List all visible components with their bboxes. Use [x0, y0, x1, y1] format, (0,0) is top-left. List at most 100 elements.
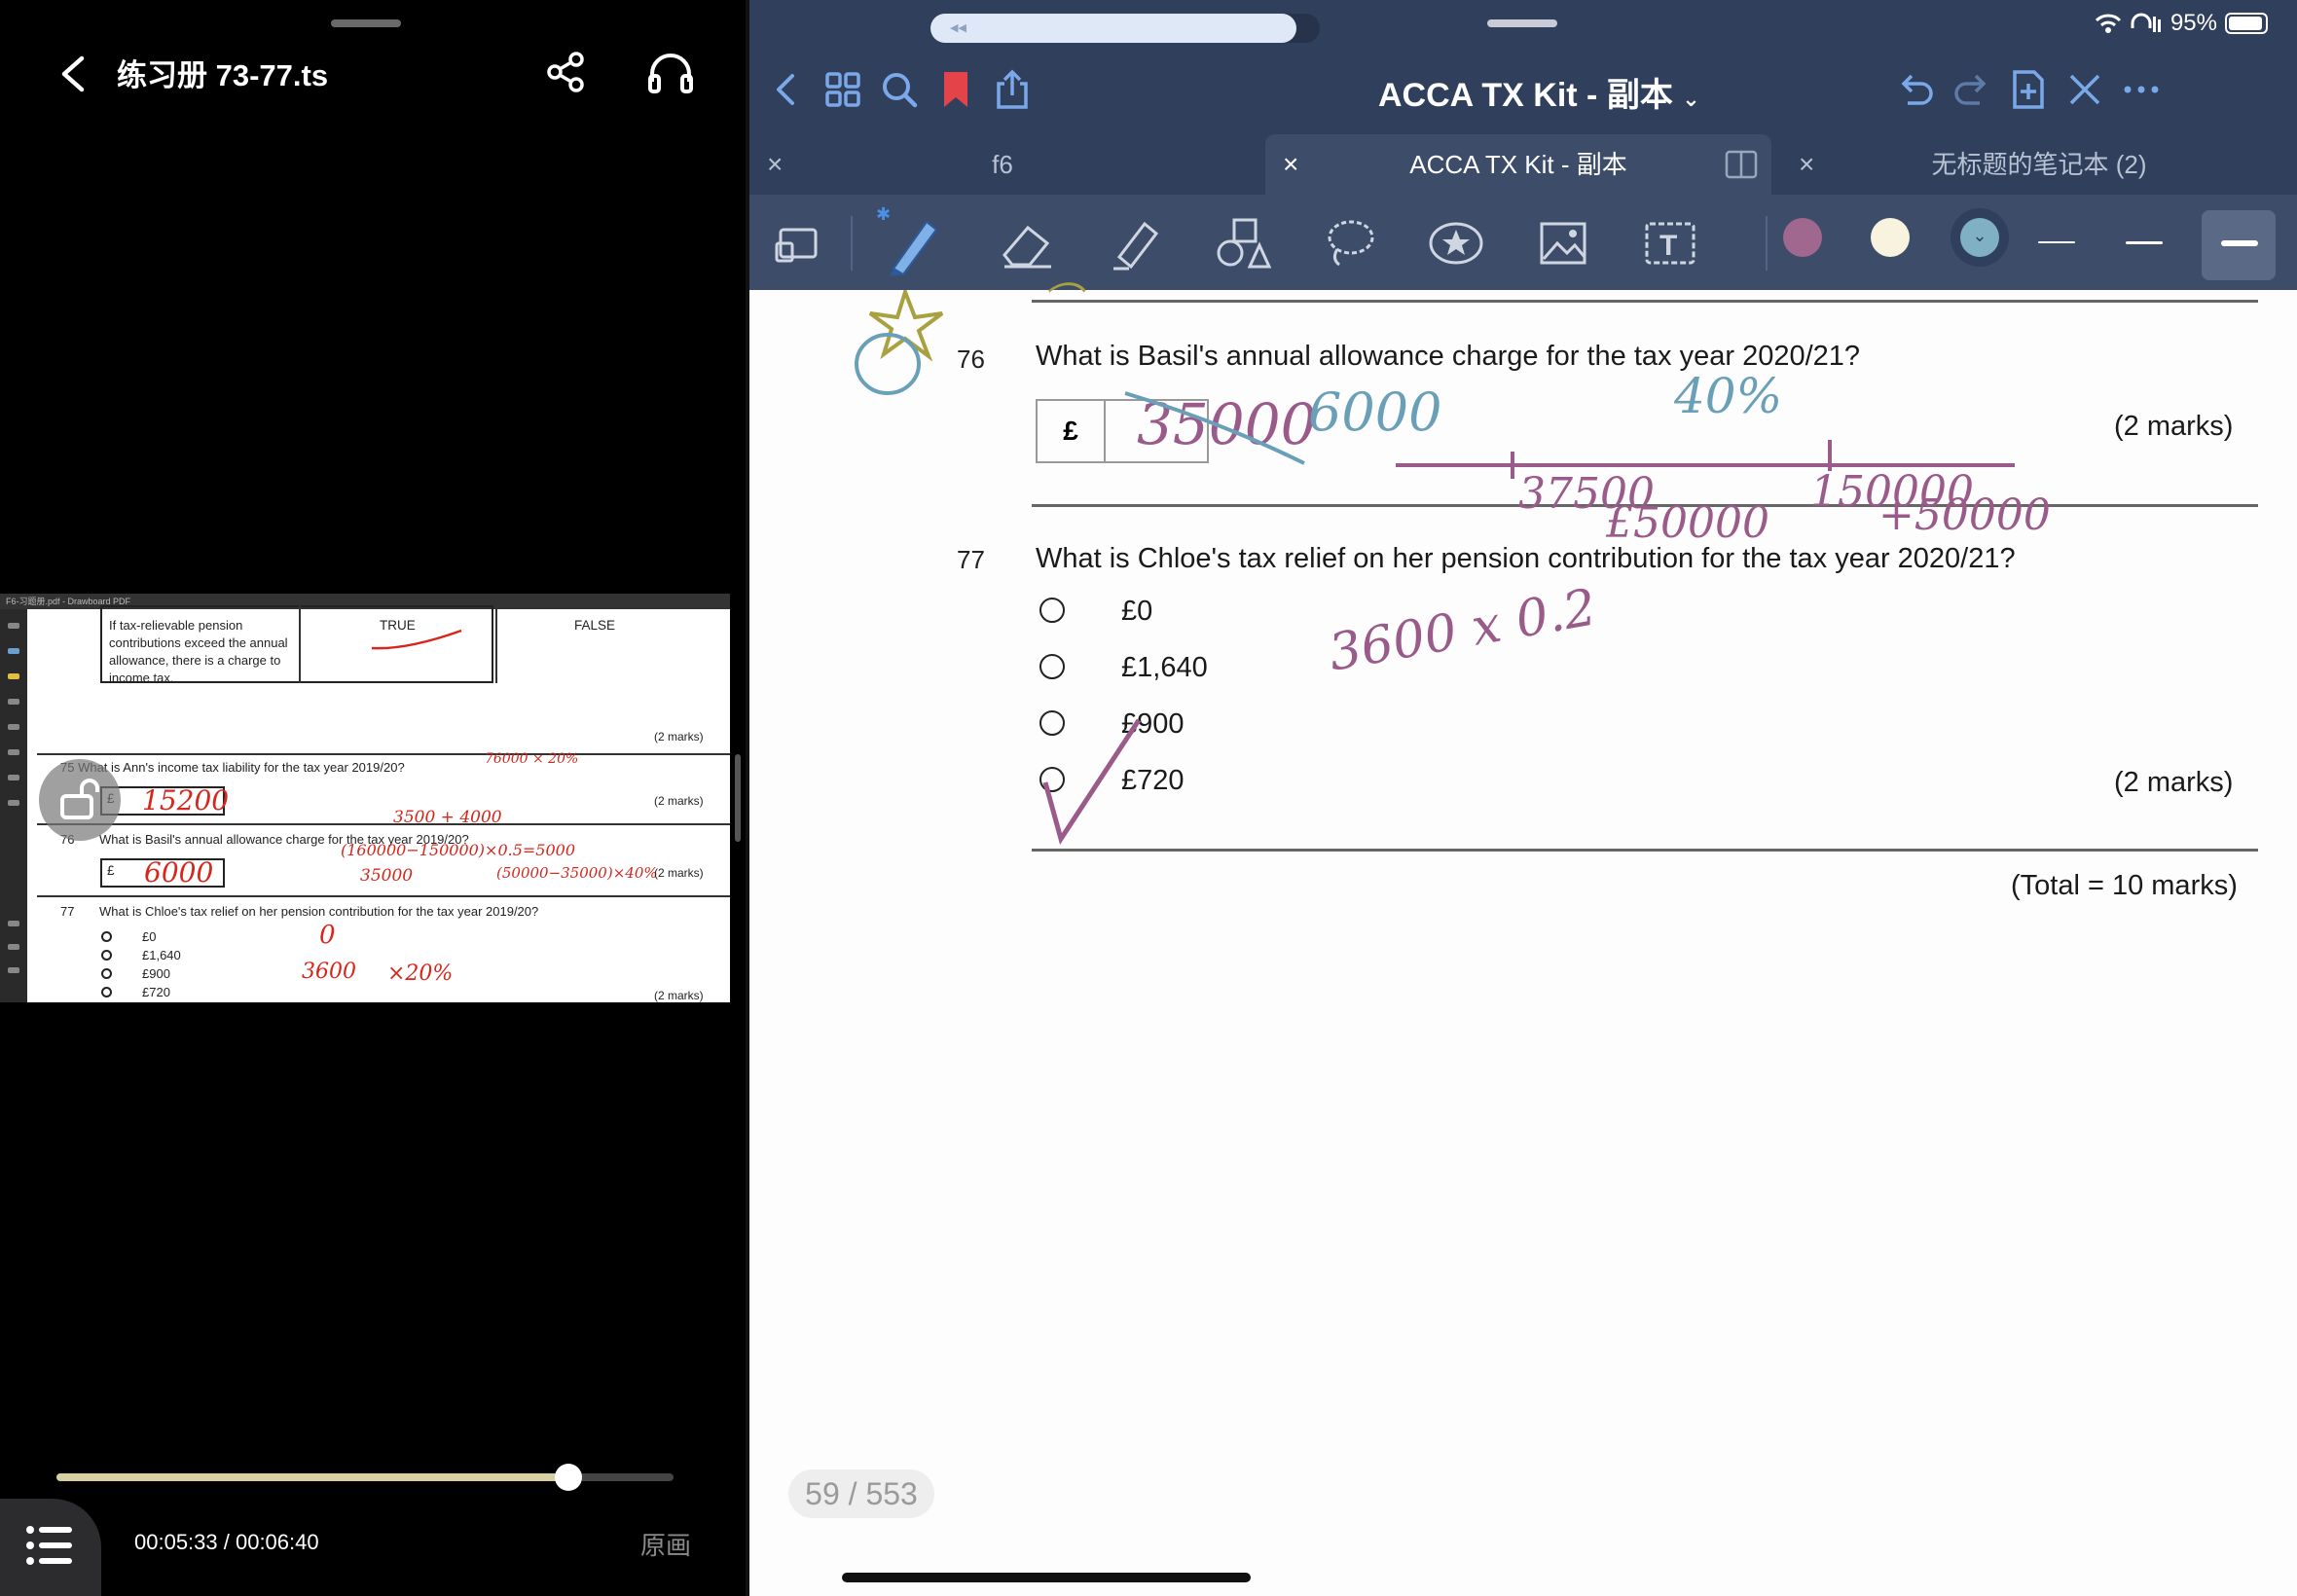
q77-option-1-radio[interactable]	[1039, 654, 1065, 679]
vq77-opt-3: £720	[142, 985, 170, 999]
text-tool-icon[interactable]: T	[1641, 214, 1699, 272]
battery-icon	[2225, 13, 2268, 34]
tab-label: ACCA TX Kit - 副本	[1409, 150, 1627, 179]
stroke-thin[interactable]	[2038, 241, 2075, 243]
vq77-opt-0: £0	[142, 929, 157, 944]
q77-text: What is Chloe's tax relief on her pensio…	[1036, 543, 2016, 574]
chevron-down-icon: ⌄	[1682, 87, 1700, 111]
lock-screen-button[interactable]	[39, 759, 121, 841]
page-indicator[interactable]: 59 / 553	[788, 1469, 934, 1518]
q76-pound: £	[107, 863, 115, 878]
video-title: 练习册 73-77.ts	[117, 58, 329, 92]
false-label: FALSE	[574, 618, 616, 633]
q76-marks: (2 marks)	[2114, 411, 2234, 442]
progress-knob[interactable]	[555, 1464, 583, 1491]
tab-f6[interactable]: × f6	[749, 134, 1256, 195]
pane-grabber[interactable]	[331, 19, 401, 27]
playlist-button[interactable]	[0, 1499, 101, 1596]
sticker-icon[interactable]	[1427, 214, 1485, 272]
list-icon	[26, 1526, 72, 1565]
ink-n2: £50000	[1606, 498, 1769, 548]
q75-note-a: 76000 × 20%	[485, 751, 579, 767]
q76-number: 76	[957, 345, 985, 374]
share-icon[interactable]	[545, 51, 588, 93]
q76-answer: 6000	[144, 856, 214, 889]
ink-percent: 40%	[1674, 368, 1783, 424]
stroke-medium[interactable]	[2126, 241, 2163, 244]
bookmark-icon[interactable]	[934, 68, 977, 111]
video-app-sidebar	[0, 609, 27, 1002]
q77-option-0-radio[interactable]	[1039, 598, 1065, 623]
color-swatch-cream[interactable]	[1871, 218, 1910, 257]
stroke-thick-selected[interactable]	[2202, 210, 2276, 280]
shapes-icon[interactable]	[1213, 214, 1271, 272]
tab-label: f6	[992, 150, 1013, 179]
app-topbar: ◀◀ 95% ACCA TX Kit - 副本 ⌄	[749, 0, 2297, 134]
add-page-icon[interactable]	[2007, 68, 2050, 111]
home-indicator[interactable]	[842, 1573, 1251, 1582]
q75-marks: (2 marks)	[654, 794, 704, 808]
q77-note-c: ×20%	[387, 961, 454, 986]
more-icon[interactable]	[2120, 68, 2163, 111]
color-swatch-purple[interactable]	[1783, 218, 1822, 257]
undo-icon[interactable]	[1894, 68, 1937, 111]
ink-calculation: 3600 x 0.2	[1324, 578, 1601, 683]
svg-text:✱: ✱	[876, 204, 891, 224]
status-bar: 95%	[2095, 10, 2268, 37]
window-grabber[interactable]	[1487, 19, 1557, 27]
marks-label: (2 marks)	[654, 730, 704, 744]
statement-text: If tax-relievable pension contributions …	[109, 618, 288, 685]
strike-through	[1124, 391, 1305, 465]
export-icon[interactable]	[991, 68, 1034, 111]
q76-note-b: 35000	[360, 866, 414, 886]
battery-percent: 95%	[2169, 10, 2217, 36]
quality-button[interactable]: 原画	[640, 1526, 691, 1562]
document-page[interactable]: ⌒ 76 What is Basil's annual allowance ch…	[749, 280, 2297, 1596]
stroke-thick-bar	[2221, 240, 2258, 246]
q77-number: 77	[957, 545, 985, 574]
wifi-icon	[2095, 14, 2122, 33]
pen-off-icon[interactable]	[2063, 68, 2106, 111]
back-chevron-icon[interactable]	[765, 68, 808, 111]
slide-over-mini: ◀◀	[930, 14, 1296, 43]
color-swatch-blue-selected[interactable]: ⌄	[1951, 208, 2009, 267]
tab-untitled-notebook[interactable]: × 无标题的笔记本 (2)	[1781, 134, 2297, 195]
q77-note-b: 3600	[302, 960, 356, 984]
image-icon[interactable]	[1534, 214, 1592, 272]
total-marks: (Total = 10 marks)	[2011, 870, 2238, 901]
slide-over-preview[interactable]: ◀◀	[930, 14, 1320, 43]
split-view-icon[interactable]	[1725, 148, 1758, 181]
tick-mark	[371, 629, 462, 650]
tab-acca-kit[interactable]: × ACCA TX Kit - 副本	[1265, 134, 1771, 195]
document-title-text: ACCA TX Kit - 副本	[1378, 77, 1673, 114]
tab-bar: × f6 × ACCA TX Kit - 副本 × 无标题的笔记本 (2)	[749, 134, 2297, 195]
progress-bar[interactable]	[56, 1464, 674, 1491]
highlighter-icon[interactable]	[1106, 214, 1164, 272]
lock-icon	[60, 779, 99, 819]
q77-text: What is Chloe's tax relief on her pensio…	[99, 904, 539, 919]
lasso-icon[interactable]	[1320, 214, 1378, 272]
grid-icon[interactable]	[821, 68, 864, 111]
redo-icon[interactable]	[1951, 68, 1993, 111]
q77-number: 77	[60, 904, 75, 919]
q76-note-c: (50000−35000)×40%	[496, 864, 658, 882]
drawing-toolbar: ✱ T ⌄	[749, 195, 2297, 290]
headphones-icon[interactable]	[646, 51, 695, 95]
pen-tool-icon[interactable]: ✱	[872, 202, 942, 276]
notes-app-pane: ◀◀ 95% ACCA TX Kit - 副本 ⌄ × f6 × ACCA TX K…	[749, 0, 2297, 1596]
circle-annotation-icon	[855, 333, 921, 395]
ink-answer-value: 6000	[1308, 381, 1442, 443]
q77-option-1-label: £1,640	[1121, 652, 1208, 683]
pane-resize-handle[interactable]	[735, 754, 741, 842]
read-mode-icon[interactable]	[771, 214, 829, 272]
back-icon[interactable]	[56, 54, 90, 93]
vq77-opt-2: £900	[142, 966, 170, 981]
eraser-icon[interactable]	[999, 214, 1057, 272]
video-frame[interactable]: F6-习题册.pdf - Drawboard PDF If tax-reliev…	[0, 594, 730, 1002]
headphones-status-icon	[2131, 13, 2161, 32]
document-title[interactable]: ACCA TX Kit - 副本 ⌄	[1378, 68, 1700, 116]
q77-option-0-label: £0	[1121, 596, 1153, 627]
ink-n4: +50000	[1878, 490, 2051, 540]
search-icon[interactable]	[878, 68, 921, 111]
q77-marks: (2 marks)	[654, 989, 704, 1002]
